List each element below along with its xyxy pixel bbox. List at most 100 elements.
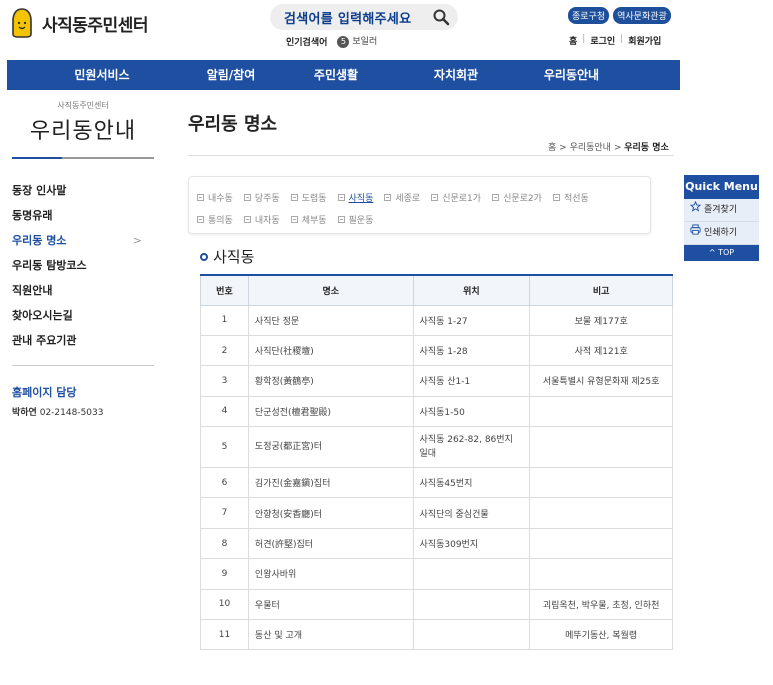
cell-place: 안향청(安香廳)터 — [247, 497, 414, 529]
side-menu-institutions[interactable]: 관내 주요기관 — [12, 328, 154, 353]
star-icon — [689, 199, 702, 222]
scroll-top-button[interactable]: ^ TOP — [684, 245, 759, 261]
chevron-up-icon: ^ — [708, 248, 719, 257]
tab-label: 사직동 — [348, 193, 374, 204]
tab-dong[interactable]: 적선동 — [552, 191, 589, 204]
site-logo[interactable]: 사직동주민센터 — [10, 8, 148, 38]
cell-note: 괴림옥천, 박우물, 초정, 인하천 — [529, 588, 673, 621]
cell-note — [529, 558, 673, 590]
popular-keyword[interactable]: 5 보일러 — [337, 34, 377, 48]
cell-place: 김가진(金嘉鎭)집터 — [247, 467, 414, 499]
cell-place: 황학정(黃鶴亭) — [247, 365, 414, 397]
nav-civil-service[interactable]: 민원서비스 — [7, 60, 197, 90]
side-menu-attractions[interactable]: 우리동 명소 > — [12, 228, 154, 253]
cell-place: 동산 및 고개 — [247, 619, 414, 651]
printer-icon — [690, 222, 701, 245]
nav-our-dong[interactable]: 우리동안내 — [505, 60, 638, 90]
chevron-right-icon: > — [132, 234, 142, 247]
cell-number: 2 — [200, 334, 249, 367]
cell-location: 사직동309번지 — [412, 527, 531, 560]
cell-number: 1 — [200, 304, 249, 336]
tab-dong[interactable]: 신문로1가 — [431, 191, 481, 204]
cell-note: 보물 제177호 — [529, 304, 673, 336]
cell-location: 사직동45번지 — [412, 467, 531, 499]
tab-dong[interactable]: 신문로2가 — [492, 191, 542, 204]
manager-info: 박하연 02-2148-5033 — [12, 405, 154, 418]
tab-dong[interactable]: 당주동 — [243, 191, 280, 204]
side-menu-greeting[interactable]: 동장 인사말 — [12, 178, 154, 203]
util-links: 홈 | 로그인 | 회원가입 — [569, 34, 661, 47]
tab-label: 내수동 — [208, 193, 233, 204]
cell-location — [412, 588, 531, 621]
login-link[interactable]: 로그인 — [590, 34, 615, 47]
quick-menu: Quick Menu 즐겨찾기 인쇄하기 ^ TOP — [684, 175, 759, 261]
side-menu-label: 우리동 명소 — [12, 234, 67, 247]
breadcrumb-separator: > — [613, 143, 625, 153]
minus-box-icon — [384, 193, 392, 201]
tab-dong[interactable]: 세종로 — [384, 191, 420, 204]
cell-location: 사직동 262-82, 86번지 일대 — [412, 426, 531, 469]
manager-phone: 02-2148-5033 — [39, 408, 104, 418]
side-menu-name-origin[interactable]: 동명유래 — [12, 203, 154, 228]
breadcrumb-current: 우리동 명소 — [624, 143, 669, 153]
minus-box-icon — [290, 215, 298, 223]
nav-notice[interactable]: 알림/참여 — [197, 60, 265, 90]
table-row: 10 우물터 괴림옥천, 박우물, 초정, 인하천 — [200, 588, 673, 621]
popular-term[interactable]: 보일러 — [352, 37, 377, 47]
tab-label: 체부동 — [301, 215, 327, 226]
tab-label: 적선동 — [563, 193, 589, 204]
bookmark-button[interactable]: 즐겨찾기 — [684, 199, 759, 222]
tab-row: 통의동 내자동 체부동 필운동 — [197, 208, 650, 230]
cell-number: 11 — [200, 619, 249, 651]
column-header-place: 명소 — [247, 274, 414, 306]
nav-autonomy-hall[interactable]: 자치회관 — [407, 60, 505, 90]
side-menu-staff[interactable]: 직원안내 — [12, 278, 154, 303]
cell-location: 사직단의 중심건물 — [412, 497, 531, 529]
breadcrumb-parent[interactable]: 우리동안내 — [570, 143, 611, 153]
cell-location: 사직동1-50 — [412, 395, 531, 428]
tab-row: 내수동 당주동 도렴동 사직동 세종로 신문로1가 신문로2가 적선동 — [197, 186, 650, 208]
tab-dong[interactable]: 통의동 — [197, 213, 233, 226]
cell-number: 3 — [200, 365, 249, 397]
search-bar[interactable]: 검색어를 입력해주세요 — [270, 4, 458, 30]
cell-note: 서울특별시 유형문화재 제25호 — [529, 365, 673, 397]
tab-dong[interactable]: 체부동 — [290, 213, 327, 226]
signup-link[interactable]: 회원가입 — [628, 34, 661, 47]
side-menu-directions[interactable]: 찾아오시는길 — [12, 303, 154, 328]
breadcrumb-home[interactable]: 홈 — [548, 143, 556, 153]
search-icon[interactable] — [432, 8, 450, 26]
tab-dong[interactable]: 사직동 — [337, 191, 374, 204]
side-menu-tour-course[interactable]: 우리동 탐방코스 — [12, 253, 154, 278]
table-row: 11 동산 및 고개 메뚜기동산, 복월령 — [200, 619, 673, 651]
table-row: 9 인왕사바위 — [200, 558, 673, 590]
quick-menu-title: Quick Menu — [684, 175, 759, 199]
tab-dong[interactable]: 내수동 — [197, 191, 233, 204]
logo-text: 사직동주민센터 — [42, 15, 148, 36]
popular-keywords: 인기검색어 5 보일러 — [286, 34, 377, 48]
divider — [12, 365, 154, 366]
tab-dong[interactable]: 필운동 — [337, 213, 373, 226]
section-title: 사직동 — [200, 246, 254, 267]
cell-location — [412, 619, 531, 651]
minus-box-icon — [290, 193, 298, 201]
print-label: 인쇄하기 — [704, 227, 738, 238]
dong-tabs: 내수동 당주동 도렴동 사직동 세종로 신문로1가 신문로2가 적선동 통의동 내자동 체부동 필운… — [188, 176, 651, 234]
cell-number: 6 — [200, 467, 249, 499]
cell-number: 9 — [200, 558, 249, 590]
search-placeholder[interactable]: 검색어를 입력해주세요 — [284, 8, 411, 27]
tab-label: 세종로 — [395, 193, 421, 204]
cell-place: 사직단(社稷壇) — [247, 334, 414, 367]
util-separator: | — [620, 34, 624, 44]
breadcrumb-separator: > — [559, 143, 570, 153]
minus-box-icon — [243, 215, 251, 223]
print-button[interactable]: 인쇄하기 — [684, 222, 759, 245]
tab-dong[interactable]: 내자동 — [243, 213, 280, 226]
home-link[interactable]: 홈 — [569, 34, 577, 47]
nav-resident-life[interactable]: 주민생활 — [265, 60, 407, 90]
jongno-gu-link[interactable]: 종로구청 — [568, 7, 610, 24]
manager-name: 박하연 — [12, 408, 37, 418]
tab-dong[interactable]: 도렴동 — [290, 191, 327, 204]
history-culture-link[interactable]: 역사문화관광 — [613, 7, 671, 24]
minus-box-icon — [492, 193, 500, 201]
top-label: TOP — [718, 248, 735, 257]
